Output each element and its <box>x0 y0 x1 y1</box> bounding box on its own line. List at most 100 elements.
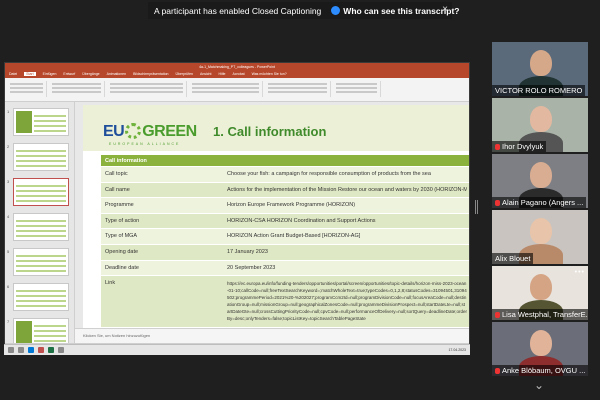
menu-tab[interactable]: Datei <box>9 72 17 76</box>
participant-face <box>530 162 552 188</box>
table-header-row: Call information <box>101 155 469 167</box>
chevron-down-icon[interactable]: ⌄ <box>534 378 544 392</box>
muted-mic-icon <box>495 144 500 150</box>
slide-number: 5 <box>7 249 10 254</box>
slide-thumbnail-pane: 1 2 3 4 5 6 7 <box>5 102 75 346</box>
ribbon-toolbar <box>5 78 469 102</box>
thumbnail-line <box>34 125 66 127</box>
start-icon[interactable] <box>8 347 14 353</box>
powerpoint-titlebar: 4a-1_Matchmaking_PT_colleagues - PowerPo… <box>5 63 469 70</box>
slide-thumbnail[interactable]: 1 <box>7 108 69 136</box>
thumbnail-line <box>16 190 66 192</box>
thumbnail-line <box>16 290 66 292</box>
menu-tab[interactable]: Bildschirmpräsentation <box>133 72 168 76</box>
participant-name-label: Ihor Dvylyuk <box>492 141 547 152</box>
thumbnail-line <box>16 220 66 222</box>
thumbnail-line <box>34 340 66 342</box>
row-key: Type of action <box>105 217 140 224</box>
menu-tab[interactable]: Hilfe <box>218 72 225 76</box>
thumbnail-image <box>16 321 32 343</box>
ribbon-group-paragraph[interactable] <box>189 81 263 97</box>
row-value: HORIZON-CSA HORIZON Coordination and Sup… <box>227 217 376 224</box>
logo-tagline: EUROPEAN ALLIANCE <box>109 142 181 146</box>
table-header: Call information <box>105 158 147 164</box>
menu-tab[interactable]: Entwurf <box>63 72 75 76</box>
menu-tab[interactable]: Animationen <box>107 72 126 76</box>
participant-tile[interactable]: Alain Pagano (Angers ... <box>492 154 588 208</box>
explorer-icon[interactable] <box>58 347 64 353</box>
menu-tab[interactable]: Einfügen <box>43 72 57 76</box>
more-options-icon[interactable]: ••• <box>575 269 585 276</box>
thumbnail-line <box>16 160 66 162</box>
slide-number: 7 <box>7 319 10 324</box>
participant-tile[interactable]: Ihor Dvylyuk <box>492 98 588 152</box>
slide-title: 1. Call information <box>213 124 327 139</box>
participant-name: Lisa Westphal, TransferE... <box>502 310 588 319</box>
participant-face <box>530 50 552 76</box>
menu-tab[interactable]: Übergänge <box>82 72 99 76</box>
participant-face <box>530 218 552 244</box>
thumbnail-line <box>16 305 66 307</box>
participant-face <box>530 330 552 356</box>
closed-caption-banner: A participant has enabled Closed Caption… <box>148 2 460 19</box>
taskbar-clock: 17.04.2023 <box>448 348 466 352</box>
table-row: Type of action HORIZON-CSA HORIZON Coordi… <box>101 213 469 230</box>
participant-tile[interactable]: Alix Blouet <box>492 210 588 264</box>
ribbon-group-editing[interactable] <box>333 81 381 97</box>
thumbnail-line <box>16 150 66 152</box>
menu-tab[interactable]: Was möchten Sie tun? <box>252 72 287 76</box>
slide-number: 3 <box>7 179 10 184</box>
slide-thumbnail[interactable]: 3 <box>7 178 69 206</box>
ribbon-group-drawing[interactable] <box>265 81 331 97</box>
slide-thumbnail[interactable]: 2 <box>7 143 69 171</box>
split-handle[interactable] <box>475 200 478 214</box>
row-value: Choose your fish: a campaign for respons… <box>227 171 431 177</box>
excel-icon[interactable] <box>48 347 54 353</box>
edge-icon[interactable] <box>28 347 34 353</box>
muted-mic-icon <box>495 368 500 374</box>
slide-thumbnail[interactable]: 6 <box>7 283 69 311</box>
row-value: 20 September 2023 <box>227 264 276 271</box>
row-value: Horizon Europe Framework Programme (HORI… <box>227 202 356 209</box>
participant-tile[interactable]: VICTOR ROLO ROMERO <box>492 42 588 96</box>
close-icon[interactable]: × <box>442 4 448 15</box>
powerpoint-icon[interactable] <box>38 347 44 353</box>
participant-tile[interactable]: Anke Blöbaum, OVGU ... <box>492 322 588 376</box>
call-link[interactable]: https://ec.europa.eu/info/funding-tender… <box>227 280 467 328</box>
participant-tile[interactable]: ••• Lisa Westphal, TransferE... <box>492 266 588 320</box>
ribbon-group-slides[interactable] <box>49 81 105 97</box>
muted-mic-icon <box>495 312 500 318</box>
table-row: Call topic Choose your fish: a campaign f… <box>101 167 469 183</box>
participant-name: Alain Pagano (Angers ... <box>502 198 584 207</box>
slide-thumbnail[interactable]: 7 <box>7 318 69 346</box>
participant-name: Alix Blouet <box>495 254 531 263</box>
thumbnail-line <box>16 255 66 257</box>
thumbnail-line <box>16 200 66 202</box>
slide-number: 6 <box>7 284 10 289</box>
slide-canvas: EU GREEN EUROPEAN ALLIANCE 1. Call inform… <box>83 105 469 343</box>
ribbon-group-clipboard[interactable] <box>7 81 47 97</box>
windows-taskbar: 17.04.2023 <box>4 344 470 355</box>
thumbnail-line <box>16 155 66 157</box>
notes-pane[interactable]: Klicken Sie, um Notizen hinzuzufügen <box>75 328 469 343</box>
participant-name-label: VICTOR ROLO ROMERO <box>492 85 586 96</box>
ribbon-group-font[interactable] <box>107 81 187 97</box>
row-key: Deadline date <box>105 264 139 271</box>
thumbnail-line <box>16 300 66 302</box>
menu-tab[interactable]: Überprüfen <box>175 72 193 76</box>
search-icon[interactable] <box>18 347 24 353</box>
slide-thumbnail[interactable]: 4 <box>7 213 69 241</box>
menu-tab[interactable]: Start <box>24 72 36 76</box>
menu-tab[interactable]: Acrobat <box>233 72 245 76</box>
who-can-see-transcript-button[interactable]: Who can see this transcript? <box>331 6 460 16</box>
row-key: Link <box>105 280 116 287</box>
menu-tab[interactable]: Ansicht <box>200 72 211 76</box>
participant-face <box>530 106 552 132</box>
row-value: 17 January 2023 <box>227 248 268 255</box>
slide-thumbnail[interactable]: 5 <box>7 248 69 276</box>
participant-name: VICTOR ROLO ROMERO <box>495 86 583 95</box>
thumbnail-line <box>16 165 66 167</box>
slide-number: 2 <box>7 144 10 149</box>
row-value: Actions for the implementation of the Mi… <box>227 186 467 193</box>
participant-name: Anke Blöbaum, OVGU ... <box>502 366 586 375</box>
